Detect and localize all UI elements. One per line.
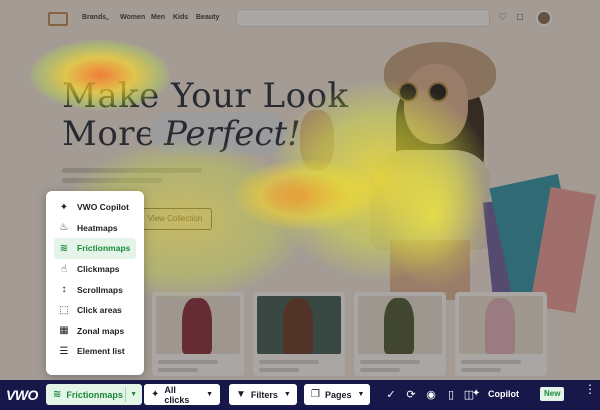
clicks-filter-dropdown[interactable]: ✦ All clicks ▼ bbox=[144, 384, 220, 405]
map-type-dropdown[interactable]: ≋ Frictionmaps ▼ bbox=[46, 384, 142, 405]
menu-item-element-list[interactable]: ☰ Element list bbox=[54, 341, 136, 362]
sparkle-icon: ✦ bbox=[59, 201, 69, 213]
more-vertical-icon[interactable]: ⋮ bbox=[584, 383, 596, 395]
menu-item-label: Element list bbox=[77, 346, 125, 357]
pointer-click-icon: ✦ bbox=[151, 389, 160, 400]
divider bbox=[125, 387, 126, 402]
menu-item-label: Click areas bbox=[77, 305, 122, 316]
caret-down-icon: ▼ bbox=[357, 391, 365, 398]
menu-item-heatmaps[interactable]: ♨ Heatmaps bbox=[54, 218, 136, 239]
list-icon: ☰ bbox=[59, 345, 69, 357]
filters-dropdown[interactable]: ▼ Filters ▼ bbox=[229, 384, 297, 405]
flame-icon: ♨ bbox=[59, 222, 69, 234]
copilot-button[interactable]: Copilot bbox=[488, 389, 519, 399]
frictionmap-icon: ≋ bbox=[59, 242, 69, 254]
menu-item-scrollmaps[interactable]: ↕ Scrollmaps bbox=[54, 279, 136, 300]
menu-item-label: Scrollmaps bbox=[77, 284, 123, 295]
sparkle-icon: ✦ bbox=[472, 388, 481, 399]
check-circle-icon[interactable]: ✓ bbox=[384, 388, 398, 402]
caret-down-icon: ▼ bbox=[283, 391, 291, 398]
vwo-toolbar: VWO ≋ Frictionmaps ▼ ✦ All clicks ▼ ▼ Fi… bbox=[0, 380, 600, 410]
caret-down-icon: ▼ bbox=[130, 391, 137, 398]
eye-icon[interactable]: ◉ bbox=[424, 388, 438, 402]
grid-icon: ▦ bbox=[59, 325, 69, 337]
menu-item-frictionmaps[interactable]: ≋ Frictionmaps bbox=[54, 238, 136, 259]
menu-item-label: Heatmaps bbox=[77, 222, 118, 233]
dashed-square-icon: ⬚ bbox=[59, 304, 69, 316]
frictionmap-icon: ≋ bbox=[53, 389, 62, 400]
menu-item-vwo-copilot[interactable]: ✦ VWO Copilot bbox=[54, 197, 136, 218]
pages-icon: ❐ bbox=[311, 389, 320, 400]
menu-item-label: Zonal maps bbox=[77, 325, 125, 336]
menu-item-zonal-maps[interactable]: ▦ Zonal maps bbox=[54, 321, 136, 342]
mobile-device-icon[interactable]: ▯ bbox=[444, 388, 458, 402]
pointer-click-icon: ☝ bbox=[60, 263, 68, 275]
pages-label: Pages bbox=[324, 389, 352, 400]
menu-item-label: VWO Copilot bbox=[77, 202, 129, 213]
vwo-logo: VWO bbox=[6, 387, 38, 403]
refresh-icon[interactable]: ⟳ bbox=[404, 388, 418, 402]
clicks-filter-label: All clicks bbox=[164, 384, 190, 405]
filters-label: Filters bbox=[250, 389, 278, 400]
funnel-icon: ▼ bbox=[236, 389, 246, 400]
menu-item-click-areas[interactable]: ⬚ Click areas bbox=[54, 300, 136, 321]
map-type-label: Frictionmaps bbox=[66, 389, 123, 400]
menu-item-label: Clickmaps bbox=[77, 264, 120, 275]
pages-dropdown[interactable]: ❐ Pages ▼ bbox=[304, 384, 370, 405]
menu-item-clickmaps[interactable]: ☝ Clickmaps bbox=[54, 259, 136, 280]
map-type-menu: ✦ VWO Copilot ♨ Heatmaps ≋ Frictionmaps … bbox=[46, 191, 144, 375]
caret-down-icon: ▼ bbox=[206, 391, 213, 398]
new-badge: New bbox=[540, 387, 565, 401]
menu-item-label: Frictionmaps bbox=[77, 243, 131, 254]
scroll-arrows-icon: ↕ bbox=[61, 284, 67, 296]
